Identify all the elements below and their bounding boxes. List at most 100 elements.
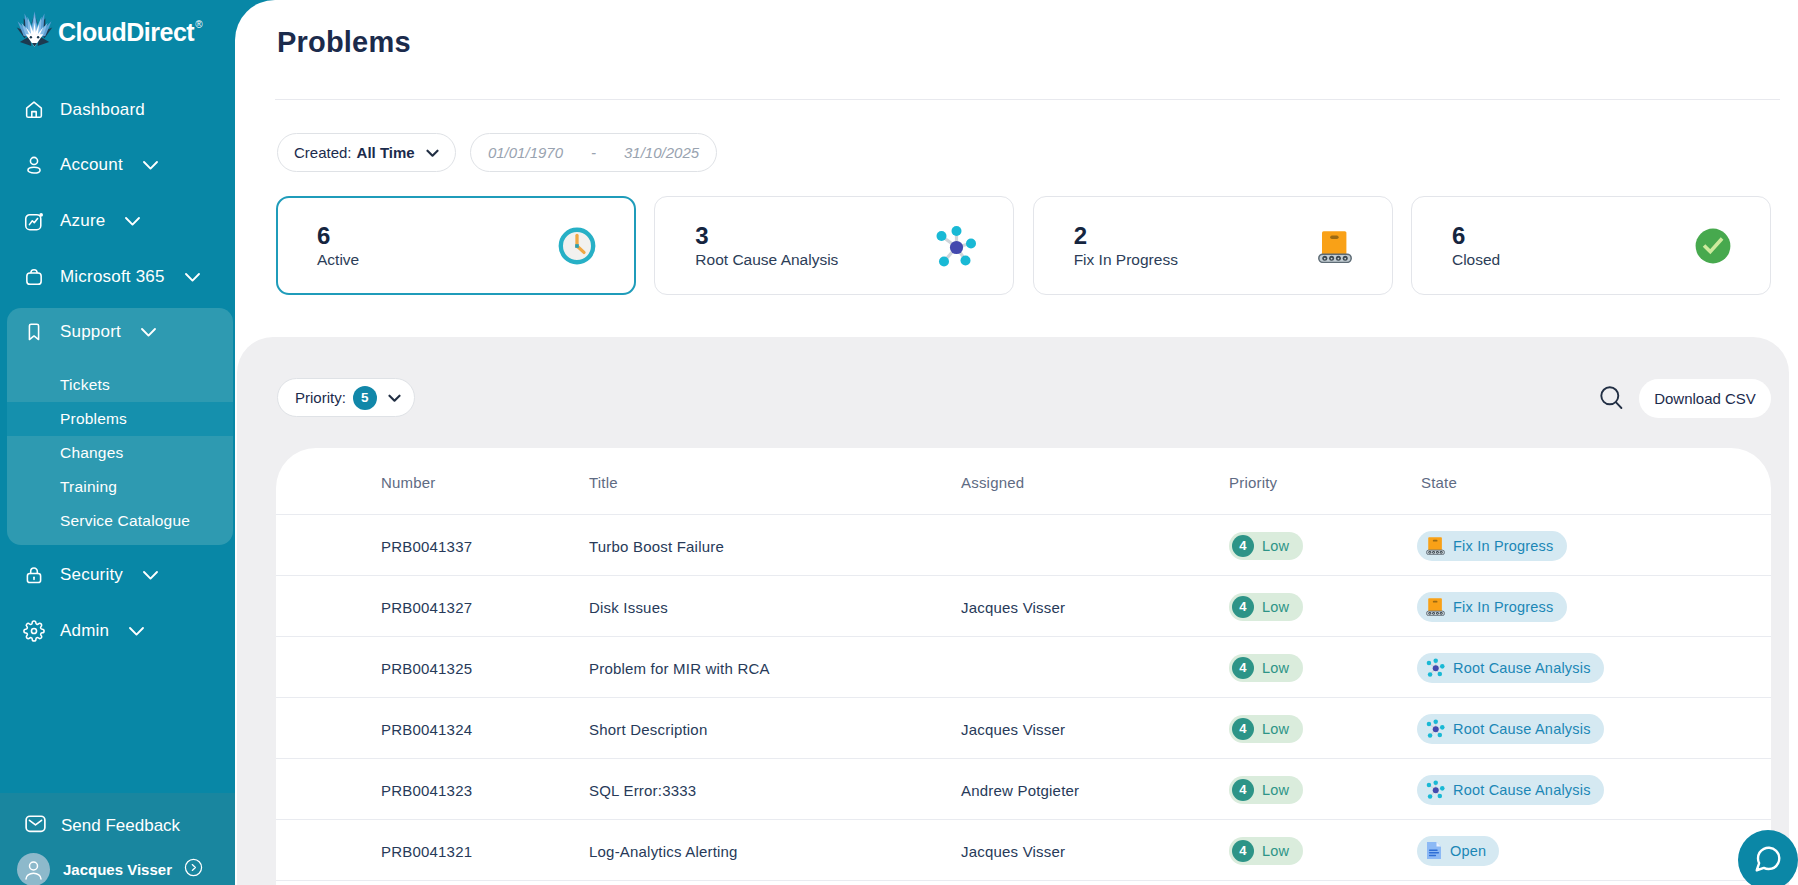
cell-number: PRB0041324 bbox=[381, 720, 472, 737]
bookmark-icon bbox=[23, 321, 45, 343]
priority-level: 4 bbox=[1232, 535, 1254, 557]
stat-label: Active bbox=[317, 251, 359, 269]
main-content: Problems Created: All Time 01/01/1970 - … bbox=[235, 0, 1798, 885]
chevron-right-circle-icon[interactable] bbox=[184, 858, 203, 881]
conveyor-icon bbox=[1426, 536, 1445, 555]
stat-card-root-cause-analysis[interactable]: 3Root Cause Analysis bbox=[654, 196, 1014, 295]
sidebar-item-dashboard[interactable]: Dashboard bbox=[0, 88, 235, 132]
stat-card-active[interactable]: 6Active bbox=[276, 196, 636, 295]
stat-count: 2 bbox=[1074, 222, 1087, 250]
cell-assigned: Jacques Visser bbox=[961, 598, 1065, 615]
chat-button[interactable] bbox=[1738, 830, 1798, 885]
column-header-title[interactable]: Title bbox=[589, 473, 618, 490]
send-feedback-button[interactable]: Send Feedback bbox=[23, 811, 180, 840]
priority-label: Low bbox=[1262, 721, 1289, 737]
cell-title: Disk Issues bbox=[589, 598, 668, 615]
sidebar-subitem-service-catalogue[interactable]: Service Catalogue bbox=[7, 504, 233, 538]
sidebar-item-azure[interactable]: Azure bbox=[0, 199, 235, 243]
state-badge: Fix In Progress bbox=[1417, 531, 1567, 561]
conveyor-icon bbox=[1426, 597, 1445, 616]
column-header-assigned[interactable]: Assigned bbox=[961, 473, 1024, 490]
check-icon bbox=[1694, 227, 1731, 264]
chevron-down-icon bbox=[184, 272, 201, 283]
chevron-down-icon bbox=[140, 327, 157, 338]
brand-logo[interactable]: CloudDirect ® bbox=[16, 11, 203, 54]
table-row[interactable]: PRB0041324Short DescriptionJacques Visse… bbox=[276, 698, 1771, 759]
sidebar-item-label: Dashboard bbox=[60, 100, 145, 120]
sidebar-item-label: Microsoft 365 bbox=[60, 267, 165, 287]
brand-name: CloudDirect bbox=[58, 18, 194, 47]
sidebar-item-label: Support bbox=[60, 322, 121, 342]
chevron-down-icon bbox=[128, 626, 145, 637]
priority-label: Low bbox=[1262, 538, 1289, 554]
table-row[interactable]: PRB0041323SQL Error:3333Andrew Potgieter… bbox=[276, 759, 1771, 820]
stat-card-closed[interactable]: 6Closed bbox=[1411, 196, 1771, 295]
sidebar-subitem-training[interactable]: Training bbox=[7, 470, 233, 504]
cell-title: Turbo Boost Failure bbox=[589, 537, 724, 554]
chevron-down-icon bbox=[415, 144, 439, 161]
cell-number: PRB0041321 bbox=[381, 842, 472, 859]
user-menu[interactable]: Jacques Visser bbox=[17, 853, 203, 885]
date-range-input[interactable]: 01/01/1970 - 31/10/2025 bbox=[470, 133, 717, 172]
search-button[interactable] bbox=[1597, 384, 1625, 412]
sidebar-subitem-changes[interactable]: Changes bbox=[7, 436, 233, 470]
sidebar-subitem-label: Training bbox=[60, 478, 117, 496]
priority-level: 4 bbox=[1232, 718, 1254, 740]
sidebar-subitem-label: Service Catalogue bbox=[60, 512, 190, 530]
cell-state: Open bbox=[1421, 836, 1499, 866]
sidebar-item-account[interactable]: Account bbox=[0, 143, 235, 187]
cell-title: Problem for MIR with RCA bbox=[589, 659, 770, 676]
sidebar-item-admin[interactable]: Admin bbox=[0, 609, 235, 653]
priority-level: 4 bbox=[1232, 840, 1254, 862]
document-icon bbox=[1426, 841, 1442, 860]
priority-filter-dropdown[interactable]: Priority: 5 bbox=[277, 378, 415, 417]
bag-icon bbox=[23, 266, 45, 288]
column-header-state[interactable]: State bbox=[1421, 473, 1457, 490]
sidebar-item-microsoft-365[interactable]: Microsoft 365 bbox=[0, 255, 235, 299]
cell-number: PRB0041323 bbox=[381, 781, 472, 798]
column-header-number[interactable]: Number bbox=[381, 473, 436, 490]
cell-state: Root Cause Analysis bbox=[1421, 775, 1604, 805]
sidebar-subitem-problems[interactable]: Problems bbox=[7, 402, 233, 436]
download-csv-button[interactable]: Download CSV bbox=[1639, 379, 1771, 418]
cell-title: Short Description bbox=[589, 720, 707, 737]
column-header-priority[interactable]: Priority bbox=[1229, 473, 1277, 490]
state-badge: Root Cause Analysis bbox=[1417, 653, 1604, 683]
sidebar-subitem-label: Tickets bbox=[60, 376, 110, 394]
priority-level: 4 bbox=[1232, 657, 1254, 679]
sidebar-item-support[interactable]: Support bbox=[0, 310, 235, 354]
stat-card-fix-in-progress[interactable]: 2Fix In Progress bbox=[1033, 196, 1393, 295]
chat-bubble-icon bbox=[1753, 844, 1783, 877]
created-filter-dropdown[interactable]: Created: All Time bbox=[277, 133, 456, 172]
table-row[interactable]: PRB0041321Log-Analytics AlertingJacques … bbox=[276, 820, 1771, 881]
table-row[interactable]: PRB0041337Turbo Boost Failure4LowFix In … bbox=[276, 515, 1771, 576]
state-badge: Root Cause Analysis bbox=[1417, 775, 1604, 805]
date-from-value: 01/01/1970 bbox=[488, 144, 563, 161]
row-separator bbox=[276, 880, 1771, 881]
envelope-icon bbox=[23, 811, 48, 840]
cell-priority: 4Low bbox=[1229, 593, 1303, 621]
table-section: Priority: 5 Download CSV Number Title Assi… bbox=[237, 337, 1789, 885]
gear-icon bbox=[23, 620, 45, 642]
cell-priority: 4Low bbox=[1229, 776, 1303, 804]
state-label: Root Cause Analysis bbox=[1453, 721, 1591, 737]
priority-label: Low bbox=[1262, 599, 1289, 615]
sidebar-item-label: Azure bbox=[60, 211, 105, 231]
priority-label: Low bbox=[1262, 843, 1289, 859]
table-row[interactable]: PRB0041325Problem for MIR with RCA4LowRo… bbox=[276, 637, 1771, 698]
clouddirect-hedgehog-icon bbox=[16, 11, 53, 54]
priority-label: Low bbox=[1262, 660, 1289, 676]
cell-assigned: Andrew Potgieter bbox=[961, 781, 1079, 798]
priority-count-badge: 5 bbox=[353, 386, 377, 410]
created-filter-label: Created: bbox=[294, 144, 352, 161]
sidebar-subitem-label: Changes bbox=[60, 444, 123, 462]
chevron-down-icon bbox=[142, 570, 159, 581]
problems-table: Number Title Assigned Priority State PRB00413… bbox=[276, 448, 1771, 885]
table-row[interactable]: PRB0041327Disk IssuesJacques Visser4LowF… bbox=[276, 576, 1771, 637]
priority-badge: 4 Low bbox=[1229, 654, 1303, 682]
sidebar-subitem-tickets[interactable]: Tickets bbox=[7, 368, 233, 402]
sidebar-item-security[interactable]: Security bbox=[0, 553, 235, 597]
state-label: Fix In Progress bbox=[1453, 538, 1554, 554]
home-icon bbox=[23, 99, 45, 121]
state-label: Root Cause Analysis bbox=[1453, 782, 1591, 798]
